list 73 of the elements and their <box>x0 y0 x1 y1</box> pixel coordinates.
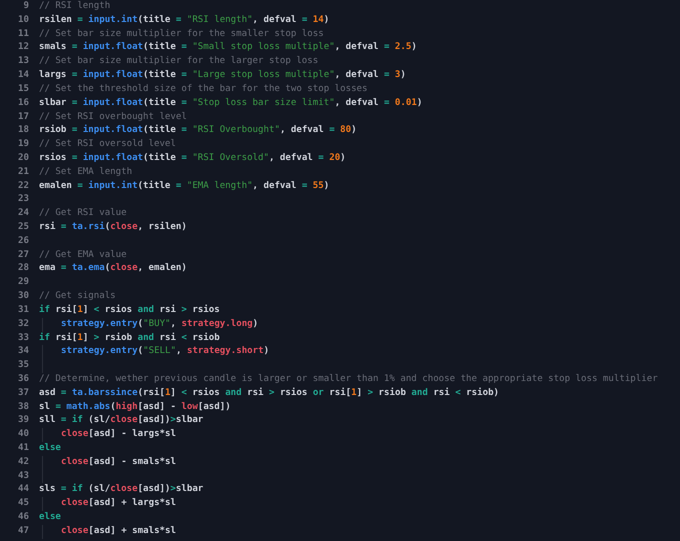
line-number: 41 <box>17 442 29 455</box>
code-line: rsiob = input.float(title = "RSI Overbought", defval = 80) <box>39 124 357 138</box>
line-number: 38 <box>17 400 29 414</box>
line-number: 11 <box>17 28 29 41</box>
code-line: // Set bar size multiplier for the larger stop loss <box>39 55 318 68</box>
code-line: close[asd] - smals*sl <box>61 456 176 469</box>
line-number: 29 <box>17 276 29 290</box>
code-line: // Set EMA length <box>39 166 132 179</box>
line-number: 47 <box>17 524 29 538</box>
code-line: rsilen = input.int(title = "RSI length", defval = 14) <box>39 14 330 27</box>
code-line: if rsi[1] < rsios and rsi > rsios <box>39 304 220 317</box>
line-number: 15 <box>17 82 29 96</box>
code-line: rsios = input.float(title = "RSI Oversold", defval = 20) <box>39 152 346 165</box>
code-line: // Get signals <box>39 290 116 304</box>
line-number: 37 <box>17 386 29 400</box>
code-line: largs = input.float(title = "Large stop loss multiple", defval = 3) <box>39 69 406 82</box>
code-line: slbar = input.float(title = "Stop loss bar size limit", defval = 0.01) <box>39 96 422 110</box>
line-number: 22 <box>17 180 29 193</box>
line-number: 43 <box>17 470 29 483</box>
code-line: close[asd] - largs*sl <box>61 428 176 442</box>
line-number: 14 <box>17 69 29 82</box>
code-line: emalen = input.int(title = "EMA length", defval = 55) <box>39 180 330 193</box>
code-line: sl = math.abs(high[asd] - low[asd]) <box>39 400 231 414</box>
line-number: 35 <box>17 359 29 372</box>
code-line: // Set RSI oversold level <box>39 138 176 152</box>
line-number: 13 <box>17 55 29 68</box>
code-line: // RSI length <box>39 0 110 13</box>
line-number: 12 <box>17 41 29 54</box>
line-number: 39 <box>17 414 29 428</box>
line-number: 19 <box>17 138 29 152</box>
line-number: 36 <box>17 372 29 386</box>
line-number: 40 <box>17 428 29 442</box>
code-line: // Determine, wether previous candle is larger or smaller than 1% and choose the appropriate stop loss multiplier <box>39 372 658 386</box>
code-line: close[asd] + smals*sl <box>61 524 176 538</box>
line-number: 9 <box>22 0 29 13</box>
code-line: ema = ta.ema(close, emalen) <box>39 262 187 276</box>
code-line: smals = input.float(title = "Small stop loss multiple", defval = 2.5) <box>39 41 417 54</box>
line-number: 26 <box>17 234 29 248</box>
line-number: 20 <box>17 152 29 165</box>
line-number: 24 <box>17 207 29 220</box>
code-line: // Get EMA value <box>39 248 127 262</box>
line-number: 42 <box>17 456 29 469</box>
line-number: 25 <box>17 221 29 234</box>
code-line: // Get RSI value <box>39 207 127 220</box>
line-number: 28 <box>17 262 29 276</box>
code-line: asd = ta.barssince(rsi[1] < rsios and rsi > rsios or rsi[1] > rsiob and rsi < rsiob) <box>39 386 500 400</box>
line-number: 17 <box>17 110 29 124</box>
code-line: strategy.entry("BUY", strategy.long) <box>61 318 258 331</box>
line-number: 10 <box>17 14 29 27</box>
line-number: 18 <box>17 124 29 138</box>
line-number: 27 <box>17 248 29 262</box>
code-line: rsi = ta.rsi(close, rsilen) <box>39 221 187 234</box>
line-number: 34 <box>17 345 29 358</box>
code-line: sll = if (sl/close[asd])>slbar <box>39 414 204 428</box>
line-number: 33 <box>17 332 29 344</box>
line-number: 44 <box>17 483 29 496</box>
code-line: close[asd] + largs*sl <box>61 497 176 510</box>
line-number: 45 <box>17 497 29 510</box>
line-number: 30 <box>17 290 29 304</box>
line-number: 21 <box>17 166 29 179</box>
line-number: 16 <box>17 96 29 110</box>
code-line: if rsi[1] > rsiob and rsi < rsiob <box>39 332 220 344</box>
code-line: // Set bar size multiplier for the smaller stop loss <box>39 28 324 41</box>
code-line: else <box>39 442 61 455</box>
line-number: 46 <box>17 511 29 524</box>
line-number: 31 <box>17 304 29 317</box>
code-line: sls = if (sl/close[asd])>slbar <box>39 483 204 496</box>
line-number: 23 <box>17 193 29 206</box>
code-line: // Set the threshold size of the bar for the two stop losses <box>39 82 368 96</box>
code-line: strategy.entry("SELL", strategy.short) <box>61 345 270 358</box>
code-line: else <box>39 511 61 524</box>
code-line: // Set RSI overbought level <box>39 110 187 124</box>
line-number: 32 <box>17 318 29 331</box>
